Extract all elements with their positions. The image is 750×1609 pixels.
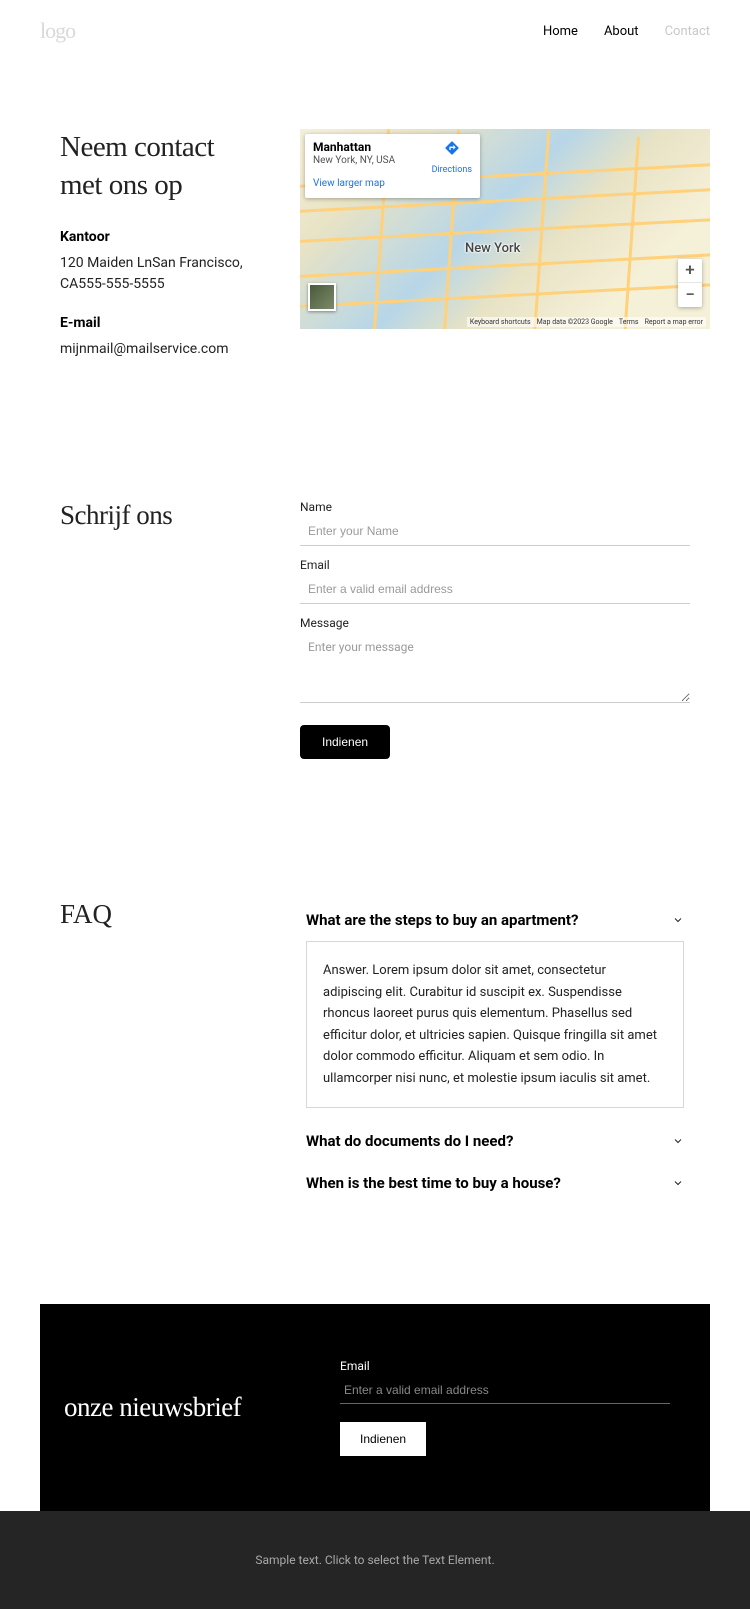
- map-zoom-out[interactable]: −: [678, 283, 702, 307]
- write-heading-wrap: Schrijf ons: [60, 500, 260, 759]
- newsletter-submit-button[interactable]: Indienen: [340, 1422, 426, 1456]
- map-attribution: Keyboard shortcuts Map data ©2023 Google…: [467, 317, 706, 327]
- chevron-down-icon: [672, 914, 684, 926]
- faq-question-1-text: What do documents do I need?: [306, 1132, 513, 1150]
- faq-question-2-text: When is the best time to buy a house?: [306, 1174, 561, 1192]
- contact-info: Neem contact met ons op Kantoor 120 Maid…: [60, 129, 260, 380]
- directions-icon: [444, 140, 460, 156]
- map-directions-button[interactable]: Directions: [432, 140, 472, 176]
- contact-heading: Neem contact met ons op: [60, 129, 260, 204]
- message-label: Message: [300, 616, 690, 630]
- write-section: Schrijf ons Name Email Message Indienen: [0, 380, 750, 759]
- name-input[interactable]: [300, 517, 690, 546]
- faq-question-0-text: What are the steps to buy an apartment?: [306, 911, 578, 929]
- faq-item-0: What are the steps to buy an apartment? …: [300, 899, 690, 1120]
- newsletter-form: Email Indienen: [340, 1359, 670, 1456]
- faq-question-0[interactable]: What are the steps to buy an apartment?: [306, 911, 684, 929]
- chevron-down-icon: [672, 1177, 684, 1189]
- map-zoom-controls: + −: [678, 259, 702, 307]
- map-info-card: Manhattan New York, NY, USA Directions V…: [305, 134, 480, 198]
- message-input[interactable]: [300, 633, 690, 703]
- newsletter-section: onze nieuwsbrief Email Indienen: [40, 1304, 710, 1511]
- map-zoom-in[interactable]: +: [678, 259, 702, 283]
- email-label: E-mail: [60, 315, 260, 331]
- name-label: Name: [300, 500, 690, 514]
- logo[interactable]: logo: [40, 18, 75, 44]
- faq-list: What are the steps to buy an apartment? …: [300, 899, 710, 1204]
- contact-section: Neem contact met ons op Kantoor 120 Maid…: [0, 44, 750, 380]
- map-satellite-toggle[interactable]: [308, 283, 336, 311]
- faq-answer-0: Answer. Lorem ipsum dolor sit amet, cons…: [306, 941, 684, 1108]
- form-email-label: Email: [300, 558, 690, 572]
- faq-section: FAQ What are the steps to buy an apartme…: [0, 759, 750, 1204]
- newsletter-heading-wrap: onze nieuwsbrief: [60, 1359, 300, 1456]
- contact-form: Name Email Message Indienen: [300, 500, 710, 759]
- main-nav: Home About Contact: [543, 24, 710, 39]
- nav-about[interactable]: About: [604, 24, 639, 39]
- map-attrib-shortcuts[interactable]: Keyboard shortcuts: [470, 318, 531, 326]
- map-attrib-terms[interactable]: Terms: [619, 318, 639, 326]
- map-view-larger[interactable]: View larger map: [313, 178, 385, 189]
- form-submit-button[interactable]: Indienen: [300, 725, 390, 759]
- footer: Sample text. Click to select the Text El…: [0, 1511, 750, 1609]
- newsletter-email-input[interactable]: [340, 1377, 670, 1404]
- nav-contact[interactable]: Contact: [665, 24, 710, 39]
- map-directions-label: Directions: [432, 165, 472, 175]
- faq-item-2: When is the best time to buy a house?: [300, 1162, 690, 1204]
- faq-heading: FAQ: [60, 899, 260, 930]
- faq-question-1[interactable]: What do documents do I need?: [306, 1132, 684, 1150]
- footer-text[interactable]: Sample text. Click to select the Text El…: [0, 1553, 750, 1567]
- newsletter-email-label: Email: [340, 1359, 670, 1373]
- faq-question-2[interactable]: When is the best time to buy a house?: [306, 1174, 684, 1192]
- faq-answer-0-text: Answer. Lorem ipsum dolor sit amet, cons…: [323, 960, 667, 1089]
- map[interactable]: New York Manhattan New York, NY, USA Dir…: [300, 129, 710, 329]
- nav-home[interactable]: Home: [543, 24, 578, 39]
- faq-item-1: What do documents do I need?: [300, 1120, 690, 1162]
- chevron-down-icon: [672, 1135, 684, 1147]
- office-label: Kantoor: [60, 229, 260, 245]
- header: logo Home About Contact: [0, 0, 750, 44]
- newsletter-heading: onze nieuwsbrief: [64, 1391, 241, 1423]
- map-city-label: New York: [465, 241, 520, 256]
- write-heading: Schrijf ons: [60, 500, 260, 531]
- faq-heading-wrap: FAQ: [60, 899, 260, 1204]
- office-value: 120 Maiden LnSan Francisco, CA555-555-55…: [60, 253, 260, 295]
- email-value: mijnmail@mailservice.com: [60, 339, 260, 360]
- form-email-input[interactable]: [300, 575, 690, 604]
- map-attrib-data: Map data ©2023 Google: [537, 318, 613, 326]
- map-attrib-report[interactable]: Report a map error: [645, 318, 703, 326]
